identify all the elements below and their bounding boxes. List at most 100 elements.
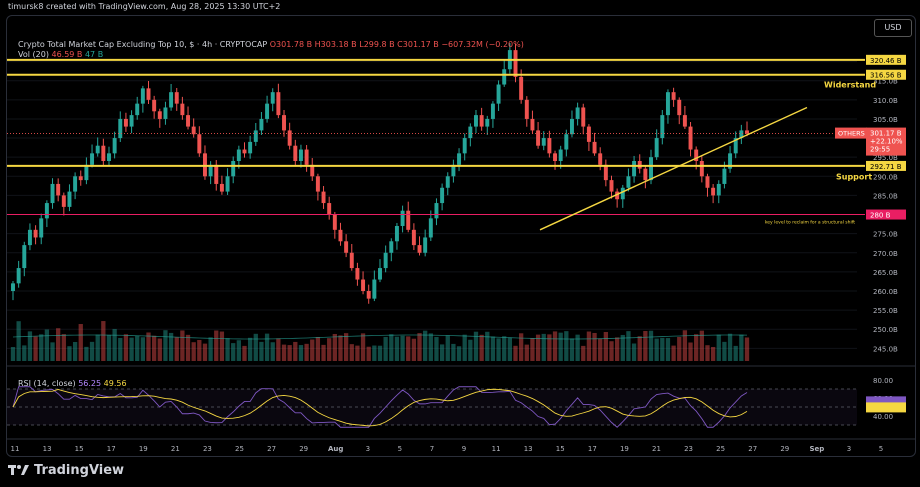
volume-bar	[643, 330, 648, 361]
candle-body	[524, 99, 529, 119]
tradingview-brand-text[interactable]: TradingView	[34, 463, 124, 478]
candle	[123, 112, 128, 132]
candle	[44, 200, 49, 228]
volume-bar	[722, 341, 727, 361]
volume-bar	[140, 337, 146, 361]
volume-bar	[214, 330, 219, 361]
candle-body	[682, 115, 687, 127]
volume-bar	[95, 334, 100, 361]
candle	[632, 155, 637, 183]
candle-body	[56, 183, 61, 196]
candle-body	[383, 252, 388, 269]
y-tick-label: 270.0B	[873, 250, 898, 258]
volume-bar	[524, 344, 529, 361]
candle	[146, 81, 151, 104]
candle-body	[372, 279, 377, 299]
volume-bar	[123, 334, 129, 361]
volume-bar	[462, 334, 467, 361]
volume-label[interactable]: Vol (20)	[18, 50, 49, 59]
candle	[620, 184, 625, 208]
candle	[259, 112, 264, 135]
volume-bar	[112, 328, 117, 361]
volume-bar	[694, 334, 699, 361]
x-tick-label: 19	[620, 445, 629, 453]
volume-bar	[417, 333, 422, 361]
chart-frame: 245.0B 250.0B 255.0B 260.0B 265.0B 270.0B 275.…	[6, 15, 916, 457]
x-tick-label: 23	[684, 445, 693, 453]
volume-bar	[39, 334, 44, 361]
candle	[304, 145, 309, 172]
volume-bar	[439, 344, 445, 361]
x-tick-label: 19	[139, 445, 148, 453]
rsi-tick-label: 80.00	[873, 377, 893, 385]
volume-bar	[264, 333, 270, 361]
candle-body	[519, 76, 524, 100]
volume-bar	[360, 333, 366, 361]
candle-body	[541, 138, 546, 146]
candle-body	[423, 237, 428, 253]
candle-body	[140, 88, 145, 104]
candle-body	[389, 241, 394, 253]
rsi-label[interactable]: RSI (14, close)	[18, 379, 76, 388]
candle	[513, 44, 518, 83]
volume-bar	[157, 338, 162, 361]
candle	[118, 111, 123, 143]
candle-body	[705, 176, 710, 188]
volume-bar	[293, 341, 298, 361]
candle-body	[169, 92, 174, 108]
x-tick-label: 7	[430, 445, 434, 453]
x-tick-label: 25	[235, 445, 244, 453]
candle	[152, 95, 157, 119]
y-tick-label: 290.0B	[873, 173, 898, 181]
symbol-title[interactable]: Crypto Total Market Cap Excluding Top 10…	[18, 40, 267, 49]
candle	[202, 145, 207, 180]
volume-bar	[225, 338, 230, 361]
annotation-support: Support	[836, 172, 872, 181]
volume-bar	[665, 338, 671, 361]
candle	[219, 175, 224, 195]
volume-bar	[716, 334, 721, 361]
volume-bar	[445, 335, 450, 361]
volume-bar	[343, 333, 349, 361]
x-tick-label: 25	[716, 445, 725, 453]
candle	[27, 223, 32, 251]
candle-body	[485, 118, 490, 127]
volume-bar	[456, 346, 462, 361]
chart-canvas[interactable]: 245.0B 250.0B 255.0B 260.0B 265.0B 270.0B 275.…	[7, 16, 915, 456]
candle	[253, 122, 258, 146]
volume-bar	[377, 345, 383, 361]
volume-bar	[581, 345, 586, 361]
candle-body	[411, 229, 416, 246]
volume-bar	[321, 344, 326, 361]
volume-bar	[106, 334, 112, 361]
candle-body	[474, 115, 478, 127]
candle	[586, 124, 591, 151]
volume-bar	[451, 343, 456, 361]
annotation-widerstand: Widerstand	[824, 81, 876, 90]
author-credit: timursk8 created with TradingView.com, A…	[8, 2, 281, 11]
candle	[33, 225, 38, 245]
candle-body	[282, 115, 286, 131]
candle	[705, 173, 710, 197]
footer-brand: TradingView	[8, 459, 124, 481]
volume-bar	[338, 335, 343, 361]
volume-bar	[705, 345, 710, 361]
candle	[84, 157, 89, 185]
volume-bar	[185, 334, 191, 361]
volume-bar	[349, 344, 354, 361]
candle	[468, 123, 473, 147]
x-tick-label: 17	[107, 445, 116, 453]
volume-bar	[552, 331, 558, 361]
candle	[733, 131, 738, 159]
candle	[479, 107, 484, 131]
candle	[186, 106, 191, 130]
candle-body	[44, 203, 49, 219]
price-level-label: 280 B	[870, 212, 891, 220]
volume-bar	[434, 337, 439, 361]
volume-bar	[327, 338, 332, 361]
candle-body	[129, 115, 134, 127]
currency-button[interactable]: USD	[874, 19, 912, 37]
x-tick-label: Sep	[809, 445, 824, 453]
y-tick-label: 260.0B	[873, 288, 898, 296]
candle	[677, 97, 682, 125]
